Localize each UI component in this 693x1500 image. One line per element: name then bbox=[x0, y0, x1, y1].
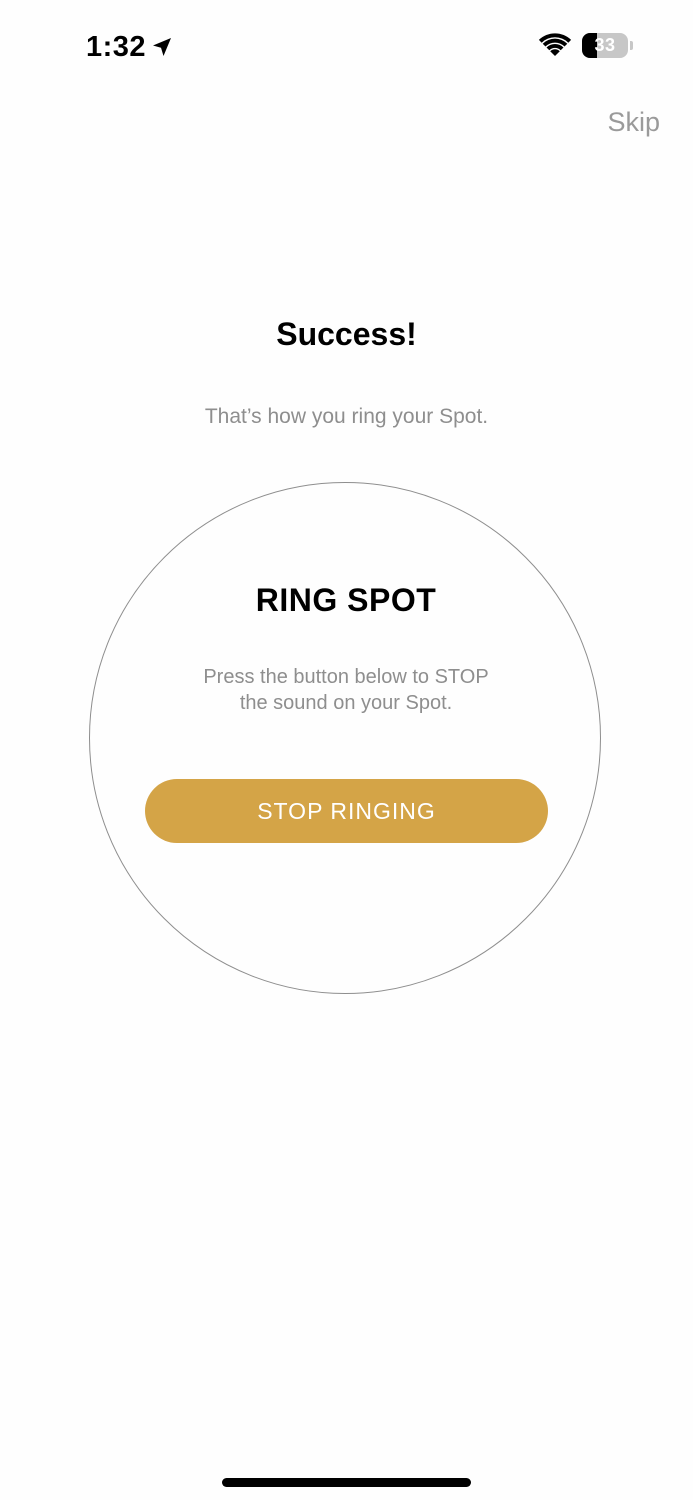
wifi-icon bbox=[538, 33, 572, 56]
status-right-group: 33 bbox=[538, 32, 633, 58]
stop-ringing-button[interactable]: STOP RINGING bbox=[145, 779, 548, 843]
instructions-line-2: the sound on your Spot. bbox=[239, 692, 453, 714]
status-time: 1:32 bbox=[86, 31, 147, 63]
instructions-line-1: Press the button below to STOP bbox=[203, 666, 489, 688]
page-subtitle: That’s how you ring your Spot. bbox=[204, 405, 489, 428]
ring-spot-instructions: Press the button below to STOP the sound… bbox=[150, 664, 542, 716]
ring-spot-circle bbox=[89, 482, 601, 994]
page-title: Success! bbox=[276, 316, 417, 352]
home-indicator bbox=[222, 1478, 471, 1487]
ring-spot-title: RING SPOT bbox=[255, 582, 437, 618]
skip-button[interactable]: Skip bbox=[607, 104, 660, 140]
status-time-group: 1:32 bbox=[86, 29, 174, 65]
status-bar: 1:32 33 bbox=[0, 0, 693, 92]
location-arrow-icon bbox=[153, 38, 172, 56]
battery-icon: 33 bbox=[582, 32, 628, 58]
battery-percentage: 33 bbox=[594, 34, 616, 55]
battery-cap bbox=[630, 40, 633, 50]
